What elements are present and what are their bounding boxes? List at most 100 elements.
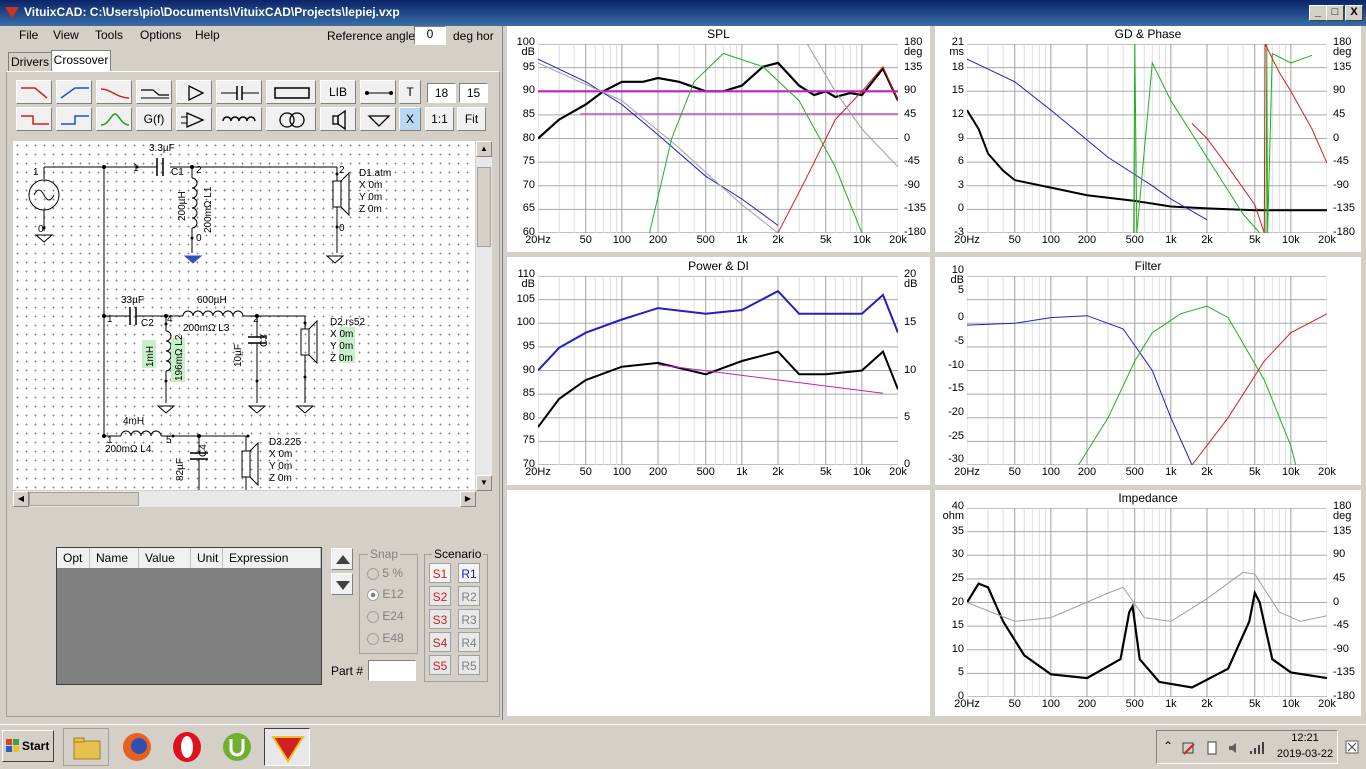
impedance-plot[interactable] (967, 508, 1327, 697)
scenario-s5-button[interactable]: S5 (429, 655, 451, 675)
highpass-blue-2-button[interactable] (56, 107, 92, 131)
reference-angle-input[interactable]: 0 (414, 26, 446, 45)
explorer-taskbar-button[interactable] (63, 728, 109, 766)
vscroll-thumb[interactable] (477, 167, 491, 247)
resistor-button[interactable] (266, 80, 316, 104)
ground-icon-button[interactable] (360, 107, 396, 131)
menu-help[interactable]: Help (195, 28, 220, 42)
scroll-left-arrow[interactable]: ◀ (13, 491, 29, 507)
lowpass-red-button[interactable] (16, 80, 52, 104)
clock-time[interactable]: 12:21 (1275, 732, 1335, 744)
move-up-button[interactable] (331, 548, 353, 570)
y-tick-label: 75 (522, 155, 535, 168)
d1-z: Z 0m (359, 204, 382, 215)
x-tick-label: 10k (853, 466, 871, 478)
firefox-taskbar-button[interactable] (114, 728, 160, 766)
part-number-input[interactable] (368, 660, 416, 681)
order-field-2[interactable]: 15 (459, 83, 488, 103)
column-name[interactable]: Name (90, 548, 139, 568)
spl-plot[interactable] (538, 44, 898, 233)
hscroll-thumb[interactable] (29, 492, 139, 506)
column-value[interactable]: Value (139, 548, 191, 568)
minimize-button[interactable]: _ (1309, 5, 1327, 21)
highpass-blue-button[interactable] (56, 80, 92, 104)
column-opt[interactable]: Opt (57, 548, 90, 568)
clock-date[interactable]: 2019-03-22 (1275, 748, 1335, 760)
scroll-down-arrow[interactable]: ▼ (476, 475, 492, 491)
volume-icon[interactable] (1227, 741, 1241, 755)
x-tick-label: 20k (1318, 234, 1336, 246)
x-tick-label: 1k (1165, 698, 1177, 710)
start-button[interactable]: Start (2, 730, 54, 762)
wire-button[interactable] (360, 80, 396, 104)
c1-name: C1 (171, 167, 184, 178)
schematic-vscroll[interactable]: ▲ ▼ (476, 141, 492, 491)
column-expression[interactable]: Expression (223, 548, 321, 568)
tray-expand-icon[interactable]: ⌃ (1163, 739, 1173, 753)
transformer-button[interactable] (266, 107, 316, 131)
bandpass-green-button[interactable] (96, 107, 132, 131)
tab-drivers[interactable]: Drivers (8, 52, 52, 71)
opera-taskbar-button[interactable] (164, 728, 210, 766)
scenario-s2-button[interactable]: S2 (429, 586, 451, 606)
scenario-r3-button[interactable]: R3 (458, 609, 480, 629)
filter-plot[interactable] (967, 276, 1327, 465)
node-label: 2 (253, 314, 259, 325)
network-icon[interactable] (1181, 741, 1195, 755)
gf-button[interactable]: G(f) (136, 107, 172, 131)
allpass-red-button[interactable] (96, 80, 132, 104)
schematic-canvas[interactable]: 3.3µF C1 1 0 1 2 0 2 0 200µH 200mΩ L1 D1… (13, 141, 475, 490)
speaker-icon-button[interactable] (320, 107, 356, 131)
lowpass-red-2-button[interactable] (16, 107, 52, 131)
y-tick-label: 0 (957, 202, 964, 215)
tab-crossover[interactable]: Crossover (51, 50, 111, 72)
menu-view[interactable]: View (53, 28, 79, 42)
schematic-hscroll[interactable]: ◀ ▶ (13, 491, 476, 507)
lib-button[interactable]: LIB (320, 80, 356, 104)
x-tick-label: 100 (1041, 698, 1061, 710)
menu-file[interactable]: File (19, 28, 38, 42)
y2-tick-label: 90 (1333, 84, 1346, 97)
y-tick-label: 20 (951, 595, 964, 608)
gd-phase-plot[interactable] (967, 44, 1327, 233)
x-button[interactable]: X (399, 107, 421, 131)
snap-option-e24[interactable]: E24 (367, 609, 404, 623)
t-button[interactable]: T (399, 80, 421, 104)
restore-button[interactable]: □ (1326, 5, 1344, 21)
scenario-s3-button[interactable]: S3 (429, 609, 451, 629)
y2-tick-label: -135 (904, 202, 927, 215)
order-field-1[interactable]: 18 (427, 83, 456, 103)
signal-icon[interactable] (1249, 741, 1267, 755)
snap-option-e48[interactable]: E48 (367, 631, 404, 645)
device-icon[interactable] (1205, 741, 1219, 755)
scenario-r4-button[interactable]: R4 (458, 632, 480, 652)
snap-option-5[interactable]: 5 % (367, 566, 403, 580)
column-unit[interactable]: Unit (191, 548, 223, 568)
scenario-s4-button[interactable]: S4 (429, 632, 451, 652)
utorrent-taskbar-button[interactable] (214, 728, 260, 766)
power-di-plot[interactable] (538, 276, 898, 465)
scale-1-1-button[interactable]: 1:1 (425, 107, 454, 131)
scroll-up-arrow[interactable]: ▲ (476, 141, 492, 157)
x-tick-label: 200 (1077, 234, 1097, 246)
optimizer-table[interactable]: Opt Name Value Unit Expression (56, 547, 322, 685)
scenario-s1-button[interactable]: S1 (429, 563, 451, 583)
inductor-button[interactable] (216, 107, 262, 131)
scenario-r2-button[interactable]: R2 (458, 586, 480, 606)
shelf-button[interactable] (136, 80, 172, 104)
amplifier-icon-button[interactable] (176, 107, 212, 131)
y-tick-label: -20 (948, 406, 964, 418)
buffer-icon-button[interactable] (176, 80, 212, 104)
scroll-right-arrow[interactable]: ▶ (460, 491, 476, 507)
scenario-r1-button[interactable]: R1 (458, 563, 480, 583)
scenario-r5-button[interactable]: R5 (458, 655, 480, 675)
snap-option-e12[interactable]: E12 (367, 587, 404, 601)
close-button[interactable]: X (1345, 5, 1363, 21)
move-down-button[interactable] (331, 573, 353, 595)
fit-button[interactable]: Fit (457, 107, 486, 131)
menu-tools[interactable]: Tools (95, 28, 123, 42)
menu-options[interactable]: Options (140, 28, 181, 42)
vituixcad-taskbar-button[interactable] (264, 728, 310, 766)
capacitor-button[interactable] (216, 80, 262, 104)
notification-icon[interactable] (1344, 739, 1360, 755)
